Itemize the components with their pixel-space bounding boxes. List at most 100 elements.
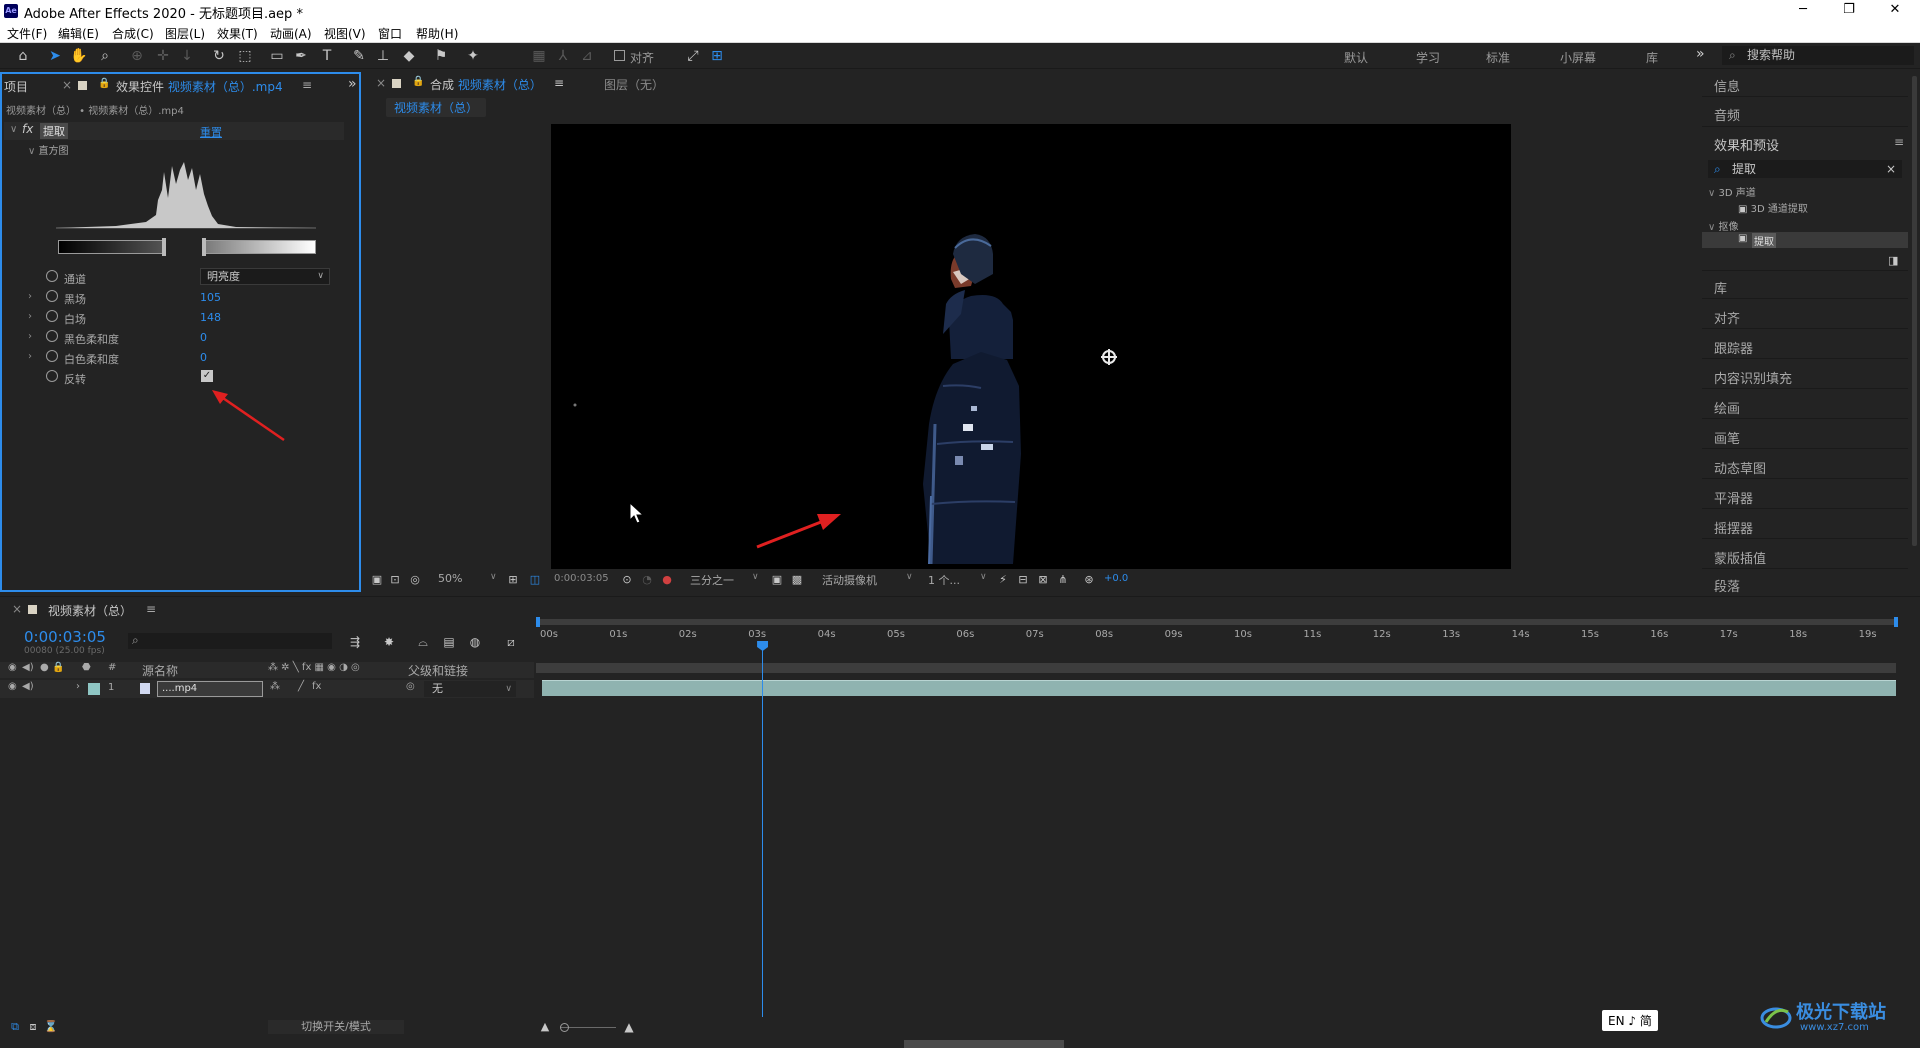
puppet-pin-icon[interactable]: ✦ [464, 47, 482, 65]
shy-layers-icon[interactable]: ⌓ [414, 633, 432, 651]
channel-dropdown[interactable]: 明亮度 ∨ [200, 268, 330, 285]
views-dropdown[interactable]: 1 个... ∨ [928, 572, 987, 588]
panel-brushes[interactable]: 画笔 [1714, 428, 1740, 447]
panel-menu-icon[interactable]: ≡ [554, 76, 564, 90]
workspace-small-screen[interactable]: 小屏幕 [1560, 49, 1596, 66]
brush-tool-icon[interactable]: ✎ [350, 47, 368, 65]
panel-wiggler[interactable]: 摇摆器 [1714, 518, 1753, 537]
reset-link[interactable]: 重置 [200, 124, 222, 140]
toggle-switches-modes[interactable]: 切换开关/模式 [268, 1020, 404, 1034]
graph-editor-icon[interactable]: ⧄ [502, 633, 520, 651]
menu-file[interactable]: 文件(F) [7, 25, 47, 42]
fx-toggle-icon[interactable]: fx [22, 122, 33, 136]
timeline-tab[interactable]: 视频素材（总） [48, 602, 132, 619]
exposure-reset-icon[interactable]: ⊛ [1080, 571, 1098, 589]
workspace-default[interactable]: 默认 [1344, 49, 1368, 66]
zoom-in-mountain-icon[interactable]: ▲ [620, 1018, 638, 1036]
solo-icon[interactable]: ● [40, 662, 49, 673]
video-toggle-icon[interactable]: ◉ [8, 681, 17, 692]
home-icon[interactable]: ⌂ [14, 47, 32, 65]
horizontal-scrollbar[interactable] [904, 1040, 1064, 1048]
white-point-value[interactable]: 148 [200, 311, 221, 324]
zoom-dropdown[interactable]: 50% ∨ [438, 572, 497, 585]
panel-audio[interactable]: 音频 [1714, 105, 1740, 124]
panel-tracker[interactable]: 跟踪器 [1714, 338, 1753, 357]
region-of-interest-icon[interactable]: ▣ [768, 571, 786, 589]
menu-effect[interactable]: 效果(T) [217, 25, 258, 42]
mask-visibility-icon[interactable]: ◫ [526, 571, 544, 589]
work-area-start-handle[interactable] [536, 617, 540, 627]
current-time-display[interactable]: 0:00:03:05 [24, 628, 106, 646]
panel-mask-interpolation[interactable]: 蒙版插值 [1714, 548, 1766, 567]
pan-behind-icon[interactable]: ⬚ [236, 47, 254, 65]
collapse-switch-icon[interactable]: ⁂ [270, 681, 280, 692]
timeline-graph-area[interactable]: 00s 01s 02s 03s 04s 05s 06s 07s 08s 09s … [536, 617, 1898, 1037]
playhead-line[interactable] [757, 641, 769, 1037]
expand-arrow-icon[interactable]: › [28, 351, 32, 362]
layer-search-input[interactable]: ⌕ [128, 633, 332, 649]
pan-camera-icon[interactable]: ✛ [154, 47, 172, 65]
world-axis-icon[interactable]: ⅄ [554, 47, 572, 65]
collapse-effect-icon[interactable]: ∨ [10, 124, 17, 135]
expand-arrow-icon[interactable]: › [28, 291, 32, 302]
parent-dropdown[interactable]: 无 ∨ [424, 681, 516, 697]
expand-panels-icon[interactable]: » [348, 76, 357, 92]
snap-icon[interactable]: ⤢ [684, 47, 702, 65]
effect-switch-icon[interactable]: fx [312, 681, 321, 692]
exposure-value[interactable]: +0.0 [1104, 573, 1128, 584]
tab-effect-controls[interactable]: 效果控件 视频素材（总）.mp4 [116, 78, 283, 95]
panel-info[interactable]: 信息 [1714, 76, 1740, 95]
close-tab-icon[interactable]: × [62, 78, 72, 92]
video-toggle-icon[interactable]: ◉ [8, 662, 17, 673]
viewer-timecode[interactable]: 0:00:03:05 [554, 573, 609, 584]
vr-icon[interactable]: ◎ [406, 571, 424, 589]
show-snapshot-icon[interactable]: ◔ [638, 571, 656, 589]
expand-arrow-icon[interactable]: › [76, 681, 80, 692]
stopwatch-icon[interactable] [46, 350, 58, 362]
time-ruler[interactable]: 00s 01s 02s 03s 04s 05s 06s 07s 08s 09s … [536, 627, 1898, 647]
stopwatch-icon[interactable] [46, 310, 58, 322]
selection-tool-icon[interactable]: ➤ [46, 47, 64, 65]
panel-menu-icon[interactable]: ≡ [1894, 135, 1904, 149]
view-axis-icon[interactable]: ⊿ [578, 47, 596, 65]
tree-extract-selected[interactable]: ▣ 提取 [1702, 232, 1908, 248]
primary-viewer-icon[interactable]: ⊡ [386, 571, 404, 589]
zoom-tool-icon[interactable]: ⌕ [96, 47, 114, 65]
playhead-handle[interactable] [757, 641, 769, 651]
menu-view[interactable]: 视图(V) [324, 25, 366, 42]
always-preview-icon[interactable]: ▣ [368, 571, 386, 589]
work-area-bar[interactable] [536, 619, 1898, 625]
composition-mini-flowchart-icon[interactable]: ⇶ [346, 633, 364, 651]
tab-composition[interactable]: 合成 视频素材（总） [430, 76, 542, 93]
snap-feature-icon[interactable]: ⊞ [708, 47, 726, 65]
layer-row[interactable]: ◉ ◀) › 1 ....mp4 ⁂ ╱ fx ◎ 无 ∨ [0, 680, 534, 698]
resolution-dropdown[interactable]: 三分之一 ∨ [690, 572, 759, 588]
quality-switch-icon[interactable]: ╱ [298, 681, 304, 692]
histogram-header[interactable]: ∨ 直方图 [28, 142, 69, 157]
pen-tool-icon[interactable]: ✒ [292, 47, 310, 65]
tree-3d-channel-extract[interactable]: ▣ 3D 通道提取 [1738, 200, 1808, 215]
frame-blending-icon[interactable]: ▤ [440, 633, 458, 651]
menu-layer[interactable]: 图层(L) [165, 25, 205, 42]
clear-search-icon[interactable]: × [1886, 160, 1896, 178]
panel-align[interactable]: 对齐 [1714, 308, 1740, 327]
audio-toggle-icon[interactable]: ◀) [22, 681, 34, 692]
column-parent-link[interactable]: 父级和链接 [408, 662, 468, 679]
motion-blur-icon[interactable]: ◍ [466, 633, 484, 651]
render-time-icon[interactable]: ⌛ [42, 1018, 60, 1036]
hand-tool-icon[interactable]: ✋ [70, 47, 88, 65]
tab-layer[interactable]: 图层（无） [604, 76, 664, 93]
invert-checkbox[interactable]: ✓ [201, 370, 213, 382]
panel-motion-sketch[interactable]: 动态草图 [1714, 458, 1766, 477]
panel-smoother[interactable]: 平滑器 [1714, 488, 1753, 507]
work-area-end-handle[interactable] [1894, 617, 1898, 627]
black-point-value[interactable]: 105 [200, 291, 221, 304]
white-softness-value[interactable]: 0 [200, 351, 207, 364]
ime-indicator[interactable]: EN ♪ 简 [1602, 1010, 1658, 1031]
panel-menu-icon[interactable]: ≡ [302, 78, 312, 92]
clone-stamp-icon[interactable]: ⊥ [374, 47, 392, 65]
layer-name[interactable]: ....mp4 [157, 681, 263, 697]
workspace-learn[interactable]: 学习 [1416, 49, 1440, 66]
panel-paint[interactable]: 绘画 [1714, 398, 1740, 417]
black-softness-value[interactable]: 0 [200, 331, 207, 344]
